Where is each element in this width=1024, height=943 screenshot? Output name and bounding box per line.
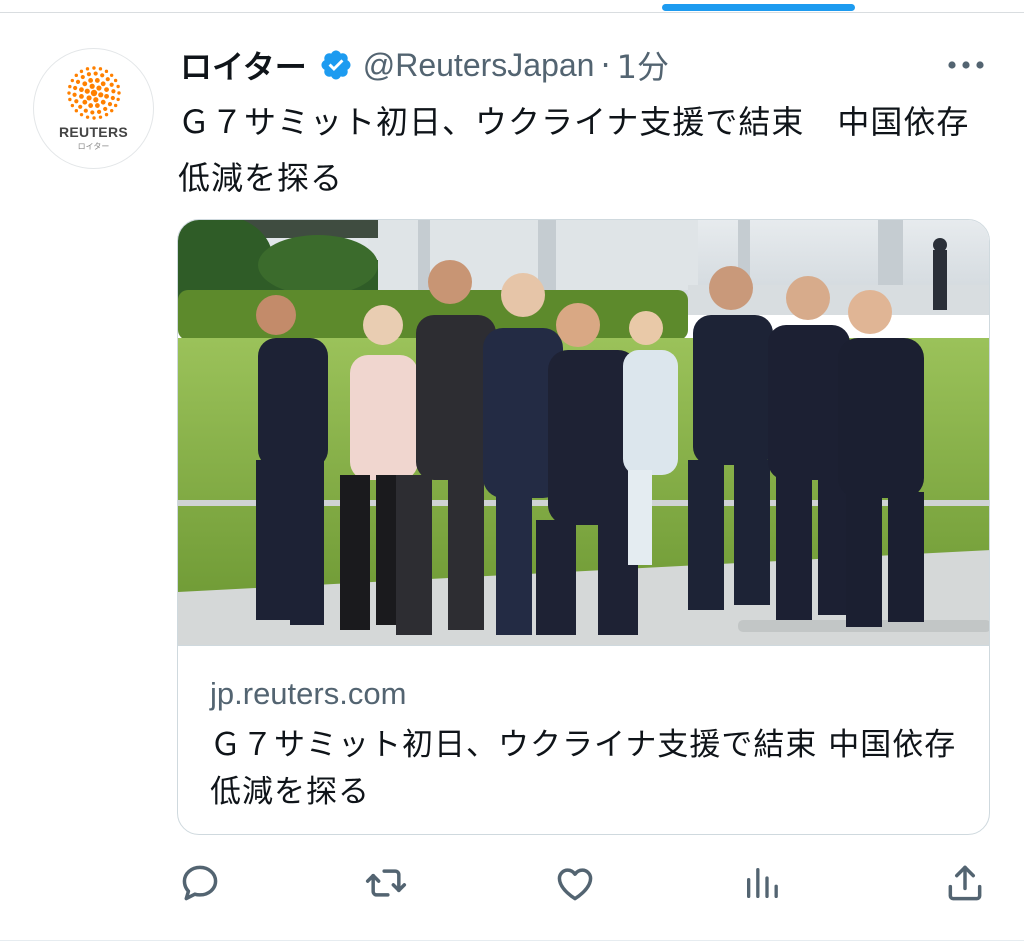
logo-dot	[87, 77, 93, 83]
logo-dot	[107, 101, 112, 106]
display-name[interactable]: ロイター	[180, 42, 307, 88]
logo-dot	[89, 83, 95, 89]
logo-dot	[102, 106, 107, 111]
logo-dot	[109, 82, 114, 87]
action-bar	[0, 855, 1024, 911]
logo-dot	[70, 78, 74, 82]
tweet-header: ロイター @ReutersJapan · 1分	[180, 42, 669, 88]
logo-dot	[113, 78, 117, 82]
like-button[interactable]	[547, 855, 603, 911]
logo-dot	[99, 72, 104, 77]
logo-dot	[66, 90, 71, 95]
logo-dot	[100, 80, 106, 86]
logo-dot	[110, 88, 116, 93]
logo-dot	[105, 76, 110, 81]
logo-dot	[86, 71, 91, 76]
logo-dot	[109, 73, 113, 77]
logo-dot	[104, 69, 108, 73]
reply-button[interactable]	[172, 855, 228, 911]
logo-dot	[98, 114, 102, 119]
logo-dot	[97, 91, 103, 97]
logo-dot	[96, 109, 101, 114]
card-title[interactable]: Ｇ７サミット初日、ウクライナ支援で結束 中国依存低減を探る	[210, 722, 970, 816]
logo-dot	[109, 108, 113, 112]
more-options-icon[interactable]	[946, 50, 986, 80]
person-1	[256, 295, 328, 625]
logo-dot	[90, 89, 97, 96]
tab-indicator	[662, 4, 855, 11]
verified-badge-icon[interactable]	[319, 48, 353, 82]
handle[interactable]: @ReutersJapan	[363, 47, 595, 84]
logo-dot	[103, 86, 109, 92]
logo-dot	[87, 102, 93, 108]
separator-dot: ·	[600, 46, 611, 84]
reply-icon	[182, 865, 218, 901]
logo-dot	[72, 85, 77, 90]
logo-dot	[100, 99, 106, 105]
logo-dot	[84, 88, 90, 94]
logo-dot	[115, 97, 120, 101]
logo-dot	[74, 108, 78, 112]
logo-dot	[79, 69, 83, 73]
bottom-divider	[0, 940, 1024, 941]
top-divider	[0, 12, 1024, 13]
logo-dot	[91, 65, 96, 70]
logo-dot	[70, 103, 74, 107]
views-button[interactable]	[734, 855, 790, 911]
reuters-logo-icon	[66, 65, 121, 120]
avatar[interactable]: REUTERS ロイター	[33, 48, 154, 169]
logo-dot	[77, 104, 82, 109]
logo-dot	[78, 93, 84, 99]
card-meta[interactable]: jp.reuters.com Ｇ７サミット初日、ウクライナ支援で結束 中国依存低…	[178, 645, 989, 834]
logo-dot	[75, 79, 80, 84]
logo-dot	[74, 73, 78, 77]
avatar-brand: REUTERS	[59, 123, 128, 140]
tweet-page: REUTERS ロイター ロイター @ReutersJapan · 1分 Ｇ７サ…	[0, 0, 1024, 943]
logo-dot	[89, 109, 94, 115]
heart-icon	[557, 868, 593, 901]
logo-dot	[93, 70, 98, 76]
logo-dot	[92, 96, 98, 102]
logo-dot	[85, 114, 89, 119]
logo-dot	[85, 94, 92, 101]
logo-dot	[104, 112, 108, 116]
logo-dot	[83, 108, 88, 113]
logo-dot	[73, 98, 78, 103]
logo-dot	[103, 93, 109, 99]
link-card[interactable]: jp.reuters.com Ｇ７サミット初日、ウクライナ支援で結束 中国依存低…	[177, 219, 990, 835]
logo-dot	[110, 95, 115, 100]
retweet-icon	[365, 869, 407, 897]
logo-dot	[91, 115, 96, 120]
analytics-icon	[747, 868, 778, 898]
logo-dot	[98, 66, 102, 71]
person-9	[838, 290, 924, 627]
logo-dot	[95, 84, 102, 91]
tweet-time[interactable]: 1分	[617, 42, 669, 88]
logo-dot	[113, 103, 117, 107]
logo-dot	[94, 77, 100, 83]
retweet-button[interactable]	[358, 855, 414, 911]
logo-dot	[81, 99, 87, 105]
logo-dot	[80, 74, 85, 79]
logo-dot	[67, 84, 72, 88]
share-button[interactable]	[937, 855, 993, 911]
share-icon	[948, 865, 982, 901]
logo-dot	[116, 90, 121, 95]
logo-dot	[85, 66, 89, 71]
logo-dot	[94, 102, 100, 108]
card-domain[interactable]: jp.reuters.com	[210, 676, 406, 712]
tweet-text: Ｇ７サミット初日、ウクライナ支援で結束 中国依存低減を探る	[178, 103, 970, 197]
logo-dot	[79, 112, 83, 116]
logo-dot	[115, 84, 120, 88]
logo-dot	[67, 97, 72, 101]
logo-dot	[71, 92, 77, 97]
news-photo[interactable]	[178, 220, 990, 645]
logo-dot	[81, 80, 87, 86]
avatar-brand-sub: ロイター	[77, 141, 110, 151]
logo-dot	[78, 86, 84, 92]
